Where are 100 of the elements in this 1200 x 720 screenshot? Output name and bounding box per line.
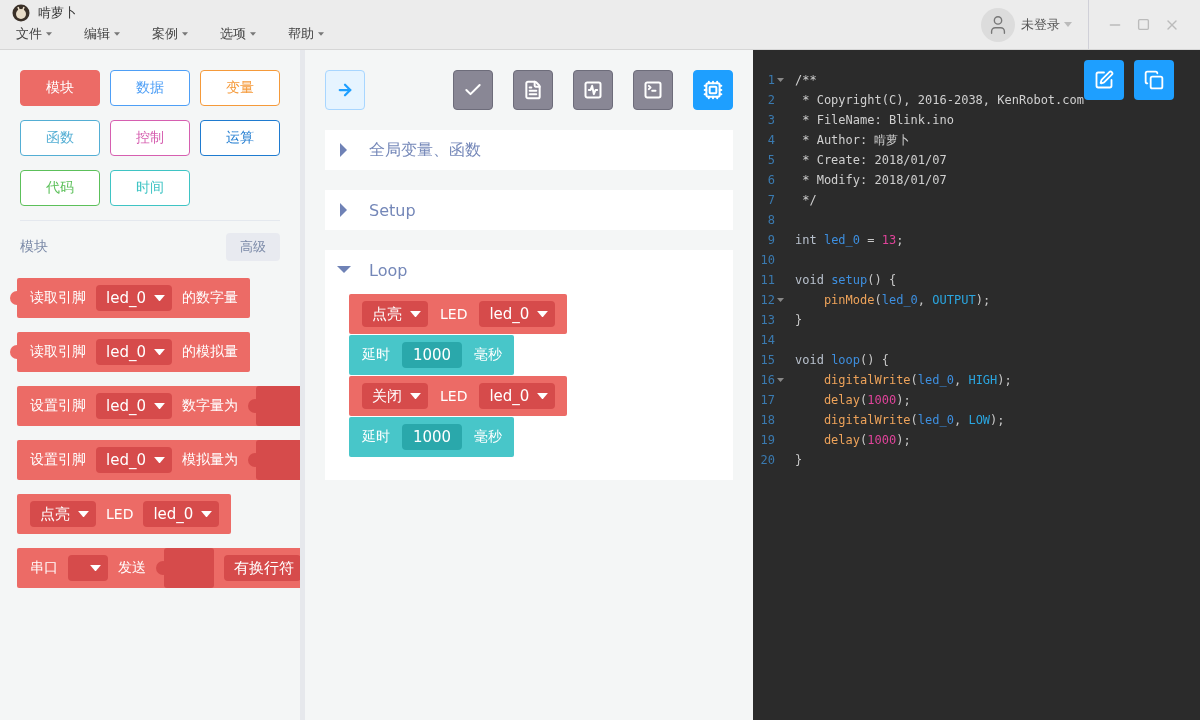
- caret-icon: [537, 392, 549, 400]
- caret-icon: [153, 456, 165, 464]
- code-line: * FileName: Blink.ino: [801, 113, 954, 127]
- block-label: LED: [440, 306, 468, 322]
- number-field[interactable]: 1000: [402, 424, 462, 450]
- code-block[interactable]: 点亮 LED led_0: [349, 294, 568, 334]
- block-label: 数字量为: [181, 397, 238, 415]
- caret-icon: [114, 32, 120, 36]
- menu-item[interactable]: 编辑: [84, 25, 120, 43]
- input-slot[interactable]: [247, 386, 300, 426]
- code-block[interactable]: 延时 1000 毫秒: [349, 335, 514, 375]
- line-number: 7: [767, 193, 775, 207]
- code-line: * Create: 2018/01/07: [801, 153, 947, 167]
- category-tab[interactable]: 函数: [20, 120, 100, 156]
- section-title[interactable]: Loop: [369, 260, 408, 280]
- code-block[interactable]: 读取引脚 led_0 的数字量: [17, 278, 250, 318]
- line-number: 17: [760, 393, 775, 407]
- code-block[interactable]: 串口 发送 有换行符: [17, 548, 300, 588]
- block-dropdown[interactable]: led_0: [96, 339, 172, 365]
- caret-icon: [153, 348, 165, 356]
- section-title[interactable]: Setup: [369, 200, 416, 220]
- code-line: }: [795, 313, 803, 327]
- block-dropdown[interactable]: led_0: [96, 447, 172, 473]
- app-title: 啃萝卜: [38, 3, 77, 22]
- block-label: 读取引脚: [30, 289, 86, 307]
- category-tab[interactable]: 数据: [110, 70, 190, 106]
- menu-item[interactable]: 文件: [16, 25, 52, 43]
- toolbar-button[interactable]: [453, 70, 493, 110]
- line-number: 1: [767, 73, 775, 87]
- line-number: 6: [767, 173, 775, 187]
- category-tab[interactable]: 时间: [110, 170, 190, 206]
- copy-icon: [1144, 70, 1164, 90]
- toolbar-button[interactable]: [513, 70, 553, 110]
- block-dropdown[interactable]: [68, 555, 108, 581]
- menu-item[interactable]: 案例: [152, 25, 188, 43]
- block-dropdown[interactable]: 关闭: [362, 383, 428, 409]
- line-number: 12: [760, 293, 775, 307]
- code-line: * Author: 啃萝卜: [801, 131, 911, 149]
- block-dropdown[interactable]: led_0: [479, 383, 556, 409]
- block-dropdown[interactable]: led_0: [143, 501, 220, 527]
- block-dropdown[interactable]: 有换行符: [224, 555, 300, 581]
- menu-item[interactable]: 选项: [220, 25, 256, 43]
- code-block[interactable]: 设置引脚 led_0 数字量为: [17, 386, 300, 426]
- code-block[interactable]: 延时 1000 毫秒: [349, 417, 514, 457]
- fold-icon[interactable]: [776, 298, 784, 302]
- line-number: 18: [760, 413, 775, 427]
- block-dropdown[interactable]: led_0: [479, 301, 556, 327]
- menu-item[interactable]: 帮助: [288, 25, 324, 43]
- code-block[interactable]: 关闭 LED led_0: [349, 376, 568, 416]
- block-label: 延时: [362, 346, 390, 364]
- edit-button[interactable]: [1084, 60, 1124, 100]
- line-number: 4: [767, 133, 775, 147]
- line-number: 13: [760, 313, 775, 327]
- arrow-button[interactable]: [325, 70, 365, 110]
- login-status[interactable]: 未登录: [1021, 15, 1072, 34]
- toolbar-button[interactable]: [693, 70, 733, 110]
- caret-icon: [410, 310, 421, 318]
- caret-icon: [250, 32, 256, 36]
- block-dropdown[interactable]: 点亮: [362, 301, 428, 327]
- line-number: 16: [760, 373, 775, 387]
- input-slot[interactable]: [247, 440, 300, 480]
- avatar[interactable]: [981, 7, 1015, 42]
- block-dropdown[interactable]: 点亮: [30, 501, 96, 527]
- terminal-icon: [643, 80, 663, 100]
- caret-icon: [182, 32, 188, 36]
- line-number: 9: [767, 233, 775, 247]
- category-tab[interactable]: 控制: [110, 120, 190, 156]
- block-dropdown[interactable]: led_0: [96, 393, 172, 419]
- section-title[interactable]: 全局变量、函数: [369, 139, 481, 161]
- code-block[interactable]: 设置引脚 led_0 模拟量为: [17, 440, 300, 480]
- category-tab[interactable]: 变量: [200, 70, 280, 106]
- line-number: 3: [767, 113, 775, 127]
- fold-icon[interactable]: [776, 78, 784, 82]
- block-dropdown[interactable]: led_0: [96, 285, 172, 311]
- code-line: * Modify: 2018/01/07: [801, 173, 947, 187]
- line-number: 20: [760, 453, 775, 467]
- category-tab[interactable]: 模块: [20, 70, 100, 106]
- code-block[interactable]: 点亮 LED led_0: [17, 494, 232, 534]
- code-line: * Copyright(C), 2016-2038, KenRobot.com: [801, 93, 1084, 107]
- line-number: 2: [767, 93, 775, 107]
- line-number: 10: [760, 253, 775, 267]
- caret-icon: [1064, 22, 1072, 27]
- code-line: void setup() {: [795, 273, 897, 287]
- copy-button[interactable]: [1134, 60, 1174, 100]
- code-line: }: [795, 453, 803, 467]
- category-tab[interactable]: 运算: [200, 120, 280, 156]
- code-block[interactable]: 读取引脚 led_0 的模拟量: [17, 332, 250, 372]
- caret-icon: [537, 310, 549, 318]
- caret-icon: [78, 510, 89, 518]
- input-slot[interactable]: [156, 548, 214, 588]
- fold-icon[interactable]: [776, 378, 784, 382]
- block-label: 读取引脚: [30, 343, 86, 361]
- line-number: 19: [760, 433, 775, 447]
- code-line: digitalWrite(led_0, LOW);: [822, 413, 1005, 427]
- toolbar-button[interactable]: [633, 70, 673, 110]
- toolbar-button[interactable]: [573, 70, 613, 110]
- category-tab[interactable]: 代码: [20, 170, 100, 206]
- advanced-button[interactable]: 高级: [226, 233, 280, 261]
- pencil-icon: [1094, 70, 1114, 90]
- number-field[interactable]: 1000: [402, 342, 462, 368]
